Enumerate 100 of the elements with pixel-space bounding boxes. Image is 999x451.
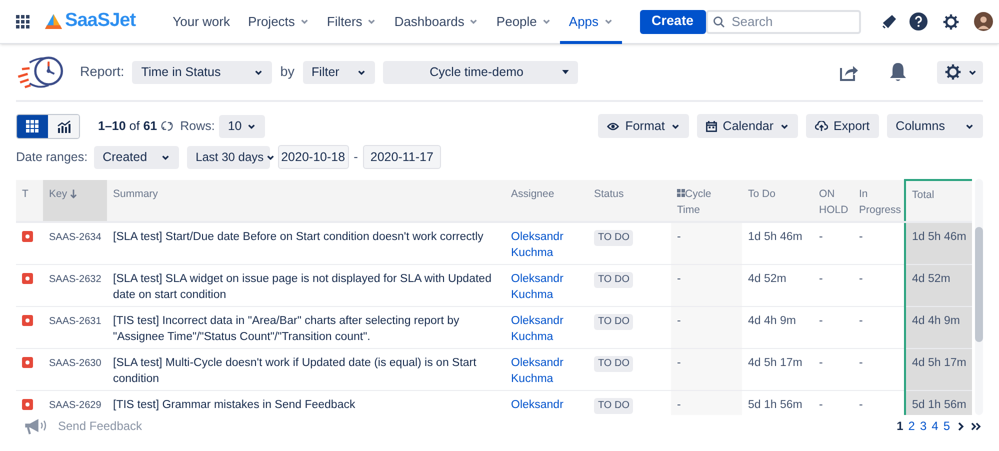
page-link[interactable]: 4 [932,417,938,435]
column-header[interactable]: In Progress [853,180,905,222]
column-header[interactable]: Summary [107,180,505,222]
search-icon [712,16,725,28]
chevron-down-icon [968,68,976,76]
help-icon[interactable] [908,12,928,31]
column-header[interactable]: ON HOLD [813,180,853,222]
saved-filter-dropdown[interactable]: Cycle time-demo [382,60,578,84]
status-lozenge: TO DO [594,398,634,414]
assignee-link[interactable]: Oleksandr Kuchma [511,229,582,261]
nav-menu-item[interactable]: Your work [164,0,239,44]
toolbar-button[interactable]: Export [806,114,879,138]
last-page-icon[interactable] [971,422,981,430]
date-field-dropdown[interactable]: Created [94,146,179,168]
issue-key[interactable]: SAAS-2632 [49,274,102,284]
status-lozenge: TO DO [594,230,634,246]
page-link[interactable]: 5 [943,417,950,435]
toolbar-button[interactable]: Format [598,114,689,138]
status-lozenge: TO DO [594,356,634,372]
page-link[interactable]: 2 [908,417,915,435]
chevron-down-icon [266,152,275,162]
end-date-field[interactable]: 2020-11-17 [362,145,441,169]
bar-chart-icon [56,120,70,132]
chart-view-button[interactable] [48,114,79,138]
issue-summary: [SLA test] Multi-Cycle doesn't work if Updated date (is equal) is on Start condition [113,356,476,384]
duration-value: 4d 5h 17m [748,356,802,368]
column-header[interactable]: Assignee [505,180,588,222]
duration-value: 5d 1h 56m [912,398,966,410]
duration-value: - [819,356,823,368]
eye-icon [607,122,620,130]
duration-value: - [859,272,863,284]
page-link[interactable]: 3 [920,417,927,435]
status-lozenge: TO DO [594,314,634,330]
duration-value: - [859,231,863,243]
source-dropdown[interactable]: Filter [302,60,375,84]
settings-button[interactable] [937,60,983,84]
nav-menu-item[interactable]: Apps [560,0,622,44]
column-header[interactable]: To Do [742,180,813,222]
grid-view-button[interactable] [17,114,48,138]
issue-key[interactable]: SAAS-2631 [49,316,102,326]
settings-icon[interactable] [942,12,960,30]
duration-value: - [819,314,823,326]
duration-value: 4d 5h 17m [912,356,966,368]
column-header[interactable]: Status [588,180,671,222]
caret-icon [562,70,569,74]
toolbar-button[interactable]: Calendar [696,114,798,138]
start-date-field[interactable]: 2020-10-18 [278,145,349,169]
chevron-down-icon [356,68,366,76]
assignee-link[interactable]: Oleksandr Kuchma [511,312,582,344]
bell-icon[interactable] [889,62,907,82]
gear-icon [944,63,962,81]
by-label: by [280,62,295,81]
column-header[interactable]: Cycle Time [671,180,742,222]
rows-label: Rows: [180,118,215,135]
duration-value: - [819,398,823,410]
issue-key[interactable]: SAAS-2634 [49,232,102,243]
issue-summary: [SLA test] Start/Due date Before on Start condition doesn't work correctly [113,231,484,243]
nav-menu-item[interactable]: Filters [318,0,386,44]
create-button[interactable]: Create [640,10,706,34]
column-header[interactable]: T [16,180,43,222]
nav-menu-item[interactable]: People [487,0,560,44]
column-header[interactable]: Total [905,180,972,222]
bug-icon [22,231,33,242]
nav-menu-item[interactable]: Dashboards [385,0,488,44]
bug-icon [22,314,33,326]
status-lozenge: TO DO [594,272,634,288]
chevron-down-icon [254,68,264,76]
chevron-down-icon [246,122,256,130]
nav-menu-item[interactable]: Projects [238,0,318,44]
sort-down-icon [70,189,78,200]
scrollbar-thumb[interactable] [975,227,983,342]
report-label: Report: [80,62,124,81]
bug-icon [22,398,33,410]
issue-summary: [TIS test] Incorrect data in "Area/Bar" charts after selecting report by "Assignee Time"/"Status Count"/"Transition count". [113,314,460,342]
app-switcher-icon[interactable] [16,14,30,28]
duration-value: - [859,398,863,410]
avatar-icon[interactable] [974,12,993,31]
duration-value: - [677,314,681,326]
issue-summary: [SLA test] SLA widget on issue page is not displayed for SLA with Updated date on start condition [113,272,492,300]
duration-value: - [819,272,823,284]
issue-key[interactable]: SAAS-2630 [49,358,102,368]
duration-value: 4d 4h 9m [912,314,960,326]
refresh-icon[interactable] [161,120,174,132]
bug-icon [22,272,33,284]
assignee-link[interactable]: Oleksandr Kuchma [511,270,582,302]
duration-value: - [677,398,681,410]
assignee-link[interactable]: Oleksandr [511,396,582,412]
duration-value: - [859,356,863,368]
assignee-link[interactable]: Oleksandr Kuchma [511,354,582,386]
megaphone-icon[interactable] [24,418,49,434]
duration-value: - [677,272,681,284]
toolbar-button[interactable]: Columns [886,114,983,138]
next-page-icon[interactable] [958,422,964,430]
report-type-dropdown[interactable]: Time in Status [132,60,272,84]
page-link[interactable]: 1 [896,417,904,435]
rows-dropdown[interactable]: 10 [218,114,265,138]
duration-value: 1d 5h 46m [748,231,802,243]
issue-key[interactable]: SAAS-2629 [49,400,102,410]
scrollbar[interactable] [975,179,983,415]
search-field[interactable]: Search [706,10,861,34]
